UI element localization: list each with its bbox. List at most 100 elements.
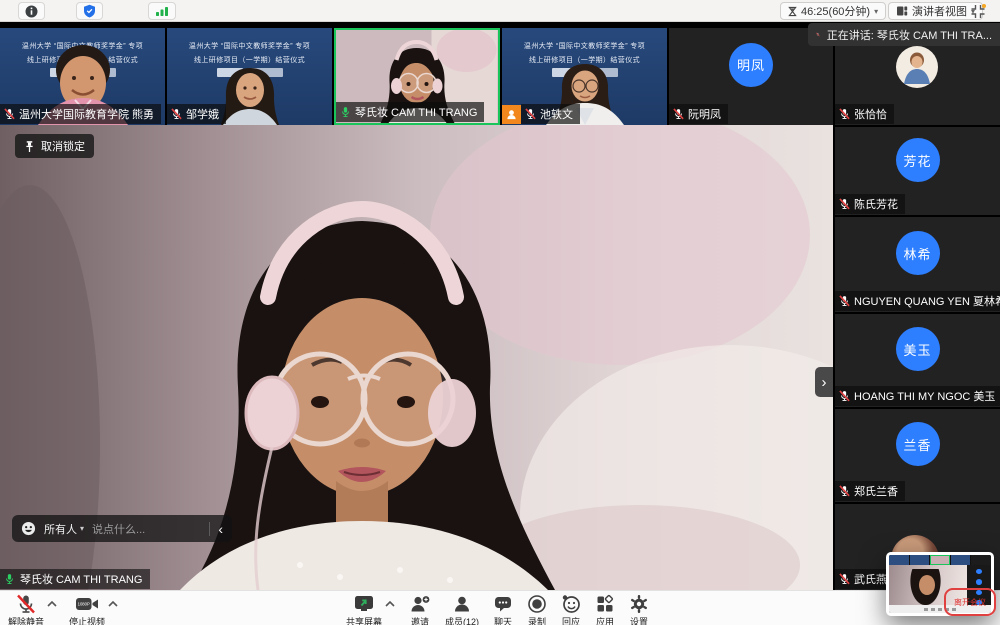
quick-chat-bar[interactable]: 所有人 ▾ 说点什么... ‹ xyxy=(12,515,232,542)
participant-tile-zhengshilanxiang[interactable]: 兰香 郑氏兰香 xyxy=(835,409,1000,502)
chevron-down-icon: ▾ xyxy=(80,524,84,533)
emoji-icon[interactable] xyxy=(21,521,36,536)
meeting-timer-button[interactable]: 46:25(60分钟) ▾ xyxy=(780,2,886,20)
muted-mic-icon xyxy=(673,108,684,120)
participant-name: 池轶文 xyxy=(540,106,573,122)
participant-tile-chenshifanghua[interactable]: 芳花 陈氏芳花 xyxy=(835,127,1000,215)
reactions-button[interactable]: 回应 xyxy=(561,594,581,625)
muted-mic-icon xyxy=(171,108,182,120)
gear-icon xyxy=(629,594,649,614)
sidebar-expand-icon[interactable]: › xyxy=(815,367,833,397)
pin-icon xyxy=(24,140,35,153)
participants-icon xyxy=(452,594,472,614)
participant-nameplate: 邹学娥 xyxy=(167,104,226,124)
stop-video-button[interactable]: 1080P 停止视频 xyxy=(69,594,105,625)
stop-video-label: 停止视频 xyxy=(69,615,105,625)
settings-button[interactable]: 设置 xyxy=(629,594,649,625)
participant-nameplate: 张恰恰 xyxy=(835,104,894,124)
video-tile-xiongyong[interactable]: 温州大学 “国际中文教师奖学金” 专项 线上研修项目（一学期）结营仪式 温州大学… xyxy=(0,28,165,125)
active-speaker-nameplate: 琴氏妆 CAM THI TRANG xyxy=(336,102,484,122)
participant-nameplate: 郑氏兰香 xyxy=(835,481,905,501)
info-icon[interactable] xyxy=(18,2,45,20)
speaker-nameplate: 琴氏妆 CAM THI TRANG xyxy=(0,569,150,589)
participant-nameplate: 陈氏芳花 xyxy=(835,194,905,214)
invite-label: 邀请 xyxy=(411,615,429,625)
apps-icon xyxy=(595,594,615,614)
chat-bubble-icon xyxy=(493,594,513,614)
avatar-illustration xyxy=(896,46,938,88)
participants-label: 成员(12) xyxy=(445,615,479,625)
muted-mic-icon xyxy=(839,108,850,120)
avatar-initials: 美玉 xyxy=(896,327,940,371)
svg-text:1080P: 1080P xyxy=(78,602,90,607)
unmute-label: 解除静音 xyxy=(8,615,44,625)
apps-label: 应用 xyxy=(596,615,614,625)
chat-label: 聊天 xyxy=(494,615,512,625)
muted-mic-icon xyxy=(525,108,536,120)
unpin-button[interactable]: 取消锁定 xyxy=(15,134,94,158)
avatar-initials: 芳花 xyxy=(896,138,940,182)
apps-button[interactable]: 应用 xyxy=(595,594,615,625)
view-mode-label: 演讲者视图 xyxy=(912,3,967,19)
participant-nameplate: HOANG THI MY NGOC 美玉 xyxy=(835,386,1000,406)
share-screen-button[interactable]: 共享屏幕 xyxy=(346,594,382,625)
invite-button[interactable]: 邀请 xyxy=(409,594,431,625)
host-badge-icon xyxy=(502,105,521,124)
invite-person-icon xyxy=(409,594,431,614)
reactions-label: 回应 xyxy=(562,615,580,625)
participant-nameplate: 池轶文 xyxy=(521,104,580,124)
participant-name: 武氏燕 xyxy=(854,571,887,587)
participant-nameplate: NGUYEN QUANG YEN 夏林希 xyxy=(835,291,1000,311)
active-mic-icon xyxy=(340,106,351,118)
speaking-notification: 正在讲话: 琴氏妆 CAM THI TRA... xyxy=(808,23,1000,46)
zoom-meeting-window: 46:25(60分钟) ▾ 演讲者视图 ▾ 温州大学 “国际中文教师奖学金” 专… xyxy=(0,0,1000,625)
mini-thumbnails-strip xyxy=(889,555,991,565)
mic-options-chevron[interactable] xyxy=(47,601,57,607)
participant-name: 陈氏芳花 xyxy=(854,196,898,212)
network-signal-icon[interactable] xyxy=(148,2,176,20)
timer-label: 46:25(60分钟) xyxy=(801,3,870,19)
unmute-button[interactable]: 解除静音 xyxy=(8,594,44,625)
avatar-initials: 明凤 xyxy=(729,43,773,87)
participant-name: 邹学娥 xyxy=(186,106,219,122)
participant-name: 张恰恰 xyxy=(854,106,887,122)
security-shield-icon[interactable] xyxy=(76,2,103,20)
exit-fullscreen-icon[interactable] xyxy=(964,2,992,20)
chat-input-placeholder[interactable]: 说点什么... xyxy=(92,521,145,537)
meeting-stage: 温州大学 “国际中文教师奖学金” 专项 线上研修项目（一学期）结营仪式 温州大学… xyxy=(0,22,1000,625)
hourglass-icon xyxy=(788,6,797,17)
leave-meeting-highlight[interactable]: 离开会议 xyxy=(944,588,996,616)
muted-mic-icon xyxy=(839,485,850,497)
leave-meeting-label: 离开会议 xyxy=(954,597,986,608)
participants-button[interactable]: 成员(12) xyxy=(445,594,479,625)
muted-mic-icon xyxy=(839,295,850,307)
reactions-smiley-icon xyxy=(561,594,581,614)
layout-view-icon xyxy=(896,5,908,17)
participant-name: 郑氏兰香 xyxy=(854,483,898,499)
menubar: 46:25(60分钟) ▾ 演讲者视图 ▾ xyxy=(0,0,1000,22)
record-label: 录制 xyxy=(528,615,546,625)
video-tile-zouxuee[interactable]: 温州大学 “国际中文教师奖学金” 专项 线上研修项目（一学期）结营仪式 邹学娥 xyxy=(167,28,332,125)
chat-target-dropdown[interactable]: 所有人 ▾ xyxy=(44,521,84,537)
chat-button[interactable]: 聊天 xyxy=(493,594,513,625)
record-button[interactable]: 录制 xyxy=(527,594,547,625)
participant-tile-nguyen-quang-yen[interactable]: 林希 NGUYEN QUANG YEN 夏林希 xyxy=(835,217,1000,312)
main-speaker-video[interactable]: 取消锁定 所有人 ▾ 说点什么... ‹ › 琴氏妆 CAM THI TRANG xyxy=(0,125,833,590)
video-tile-chiyiwen[interactable]: 温州大学 “国际中文教师奖学金” 专项 线上研修项目（一学期）结营仪式 池轶文 xyxy=(502,28,667,125)
dropdown-caret-icon: ▾ xyxy=(874,7,878,16)
video-options-chevron[interactable] xyxy=(108,601,118,607)
chat-collapse-icon[interactable]: ‹ xyxy=(218,522,223,536)
camera-icon: 1080P xyxy=(75,594,99,614)
participant-tile-hoang-thi-my-ngoc[interactable]: 美玉 HOANG THI MY NGOC 美玉 xyxy=(835,314,1000,407)
settings-label: 设置 xyxy=(630,615,648,625)
muted-mic-icon xyxy=(839,390,850,402)
avatar-initials: 兰香 xyxy=(896,422,940,466)
video-tile-cam-thi-trang-active[interactable]: 琴氏妆 CAM THI TRANG xyxy=(334,28,500,125)
avatar-initials: 林希 xyxy=(896,231,940,275)
muted-mic-icon xyxy=(16,594,36,614)
share-options-chevron[interactable] xyxy=(385,601,395,607)
participant-name: 阮明凤 xyxy=(688,106,721,122)
share-screen-label: 共享屏幕 xyxy=(346,615,382,625)
record-icon xyxy=(527,594,547,614)
participant-name: 温州大学国际教育学院 熊勇 xyxy=(19,106,154,122)
